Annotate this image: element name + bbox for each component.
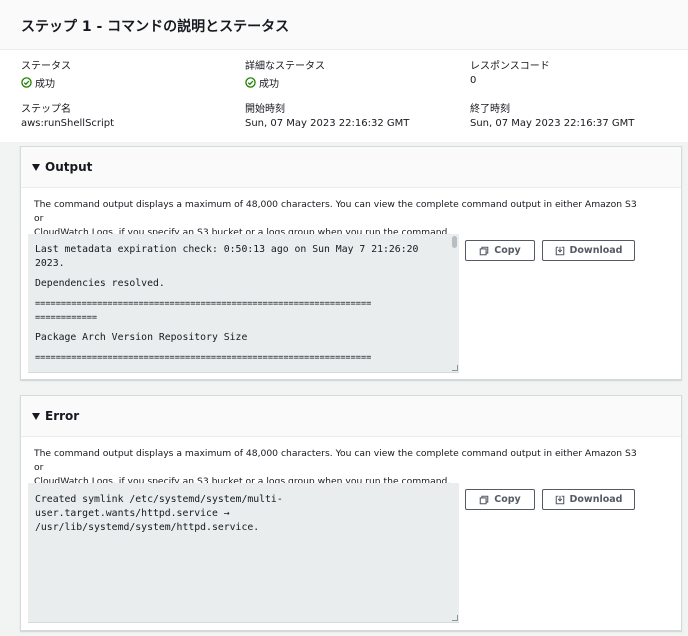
end-time-field: 終了時刻 Sun, 07 May 2023 22:16:37 GMT (470, 100, 688, 129)
output-line: ========================================… (35, 353, 372, 363)
caret-down-icon[interactable] (32, 413, 40, 420)
output-panel: Output The command output displays a max… (20, 146, 682, 380)
check-circle-icon (245, 77, 256, 88)
output-line: ============ (35, 313, 98, 323)
error-title: Error (45, 409, 80, 423)
scrollbar[interactable] (452, 236, 457, 248)
details-section: ステータス 成功 詳細なステータス 成功 レスポンスコード 0 ステップ名 aw… (0, 50, 688, 142)
step-name-label: ステップ名 (21, 104, 71, 115)
status-label: ステータス (21, 61, 71, 72)
error-panel: Error The command output displays a maxi… (20, 395, 682, 631)
response-code-field: レスポンスコード 0 (470, 57, 688, 86)
output-line: Dependencies resolved. (35, 278, 165, 289)
copy-label: Copy (494, 245, 521, 256)
check-circle-icon (21, 77, 32, 88)
start-time-label: 開始時刻 (245, 104, 285, 115)
response-code-value: 0 (470, 75, 477, 86)
download-label: Download (569, 494, 623, 505)
detailed-status-field: 詳細なステータス 成功 (245, 57, 465, 90)
response-code-label: レスポンスコード (470, 61, 550, 72)
download-icon (555, 246, 564, 255)
detailed-status-label: 詳細なステータス (245, 61, 325, 72)
start-time-value: Sun, 07 May 2023 22:16:32 GMT (245, 118, 410, 129)
end-time-value: Sun, 07 May 2023 22:16:37 GMT (470, 118, 635, 129)
caret-down-icon[interactable] (32, 164, 40, 171)
error-line: user.target.wants/httpd.service → (35, 508, 230, 519)
copy-label: Copy (494, 494, 521, 505)
output-description-line-1: The command output displays a maximum of… (34, 199, 637, 224)
step-name-field: ステップ名 aws:runShellScript (21, 100, 241, 129)
start-time-field: 開始時刻 Sun, 07 May 2023 22:16:32 GMT (245, 100, 465, 129)
output-copy-button[interactable]: Copy (465, 240, 535, 261)
output-text-area[interactable]: Last metadata expiration check: 0:50:13 … (28, 234, 459, 373)
error-copy-button[interactable]: Copy (465, 489, 535, 510)
download-icon (555, 495, 564, 504)
copy-icon (479, 246, 489, 255)
error-description-line-1: The command output displays a maximum of… (34, 448, 637, 473)
page-title: ステップ 1 - コマンドの説明とステータス (21, 19, 290, 35)
copy-icon (479, 495, 489, 504)
detailed-status-text: 成功 (259, 79, 279, 90)
end-time-label: 終了時刻 (470, 104, 510, 115)
output-title: Output (45, 160, 93, 174)
error-text-area[interactable]: Created symlink /etc/systemd/system/mult… (28, 483, 459, 623)
download-label: Download (569, 245, 623, 256)
output-line: ========================================… (35, 299, 372, 309)
error-download-button[interactable]: Download (542, 489, 635, 510)
resize-handle[interactable] (452, 615, 458, 621)
status-text: 成功 (35, 79, 55, 90)
error-panel-header[interactable]: Error (21, 396, 681, 437)
output-line: 2023. (35, 258, 65, 269)
status-field: ステータス 成功 (21, 57, 241, 90)
error-line: /usr/lib/systemd/system/httpd.service. (35, 522, 260, 533)
status-value: 成功 (21, 75, 241, 90)
output-line: Last metadata expiration check: 0:50:13 … (35, 244, 419, 255)
detailed-status-value: 成功 (245, 75, 465, 90)
output-line: Package Arch Version Repository Size (35, 332, 248, 343)
output-panel-header[interactable]: Output (21, 147, 681, 188)
step-name-value: aws:runShellScript (21, 118, 115, 129)
output-download-button[interactable]: Download (542, 240, 635, 261)
resize-handle[interactable] (452, 365, 458, 371)
error-line: Created symlink /etc/systemd/system/mult… (35, 494, 283, 505)
page-header: ステップ 1 - コマンドの説明とステータス (0, 0, 688, 50)
